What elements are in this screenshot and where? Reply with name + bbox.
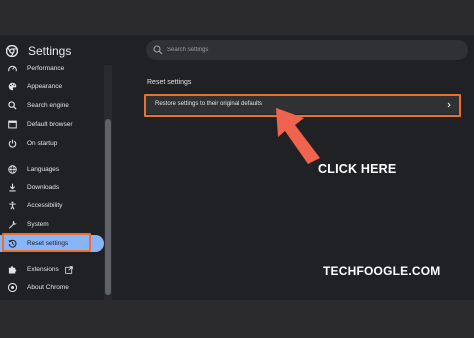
search-input[interactable]	[167, 43, 447, 57]
page-title: Settings	[28, 44, 72, 58]
browser-window-icon	[7, 120, 17, 130]
chrome-icon	[7, 283, 17, 293]
wrench-icon	[7, 220, 17, 230]
click-here-callout: CLICK HERE	[318, 162, 397, 176]
sidebar-item-default-browser[interactable]: Default browser	[0, 116, 104, 133]
speedometer-icon	[7, 64, 17, 74]
sidebar-item-label: Downloads	[27, 184, 60, 191]
screenshot: { "header": { "title": "Settings", "logo…	[0, 0, 474, 338]
accessibility-icon	[7, 201, 17, 211]
sidebar-item-extensions[interactable]: Extensions	[0, 261, 104, 278]
sidebar-item-label: Search engine	[27, 102, 69, 109]
palette-icon	[7, 82, 17, 92]
sidebar-item-label: Accessibility	[27, 202, 63, 209]
sidebar-item-label: On startup	[27, 140, 58, 147]
power-icon	[7, 139, 17, 149]
puzzle-icon	[7, 265, 17, 275]
sidebar-item-about-chrome[interactable]: About Chrome	[0, 279, 104, 296]
sidebar: Performance Appearance Search engine Def…	[0, 65, 104, 300]
sidebar-item-label: System	[27, 221, 49, 228]
sidebar-item-label: About Chrome	[27, 284, 69, 291]
sidebar-item-label: Default browser	[27, 121, 73, 128]
scrollbar-thumb[interactable]	[105, 119, 111, 295]
download-icon	[7, 183, 17, 193]
watermark: TECHFOOGLE.COM	[323, 264, 441, 278]
annotation-arrow-icon	[276, 108, 320, 164]
sidebar-item-performance[interactable]: Performance	[0, 60, 104, 77]
sidebar-item-label: Performance	[27, 65, 65, 72]
chrome-icon	[6, 45, 18, 57]
sidebar-item-label: Languages	[27, 166, 60, 173]
external-link-icon	[65, 265, 73, 274]
sidebar-item-on-startup[interactable]: On startup	[0, 135, 104, 152]
sidebar-item-label: Appearance	[27, 83, 63, 90]
section-title: Reset settings	[147, 79, 192, 86]
sidebar-item-search-engine[interactable]: Search engine	[0, 97, 104, 114]
search-icon	[7, 101, 17, 111]
sidebar-item-accessibility[interactable]: Accessibility	[0, 197, 104, 214]
sidebar-item-appearance[interactable]: Appearance	[0, 78, 104, 95]
sidebar-item-downloads[interactable]: Downloads	[0, 179, 104, 196]
search-bar[interactable]	[146, 40, 468, 60]
sidebar-item-label: Extensions	[27, 266, 59, 273]
globe-icon	[7, 165, 17, 175]
sidebar-item-system[interactable]: System	[0, 216, 104, 233]
sidebar-scrollbar[interactable]	[104, 65, 112, 300]
reset-settings-highlight	[2, 233, 91, 252]
search-icon	[153, 45, 163, 55]
sidebar-item-languages[interactable]: Languages	[0, 161, 104, 178]
